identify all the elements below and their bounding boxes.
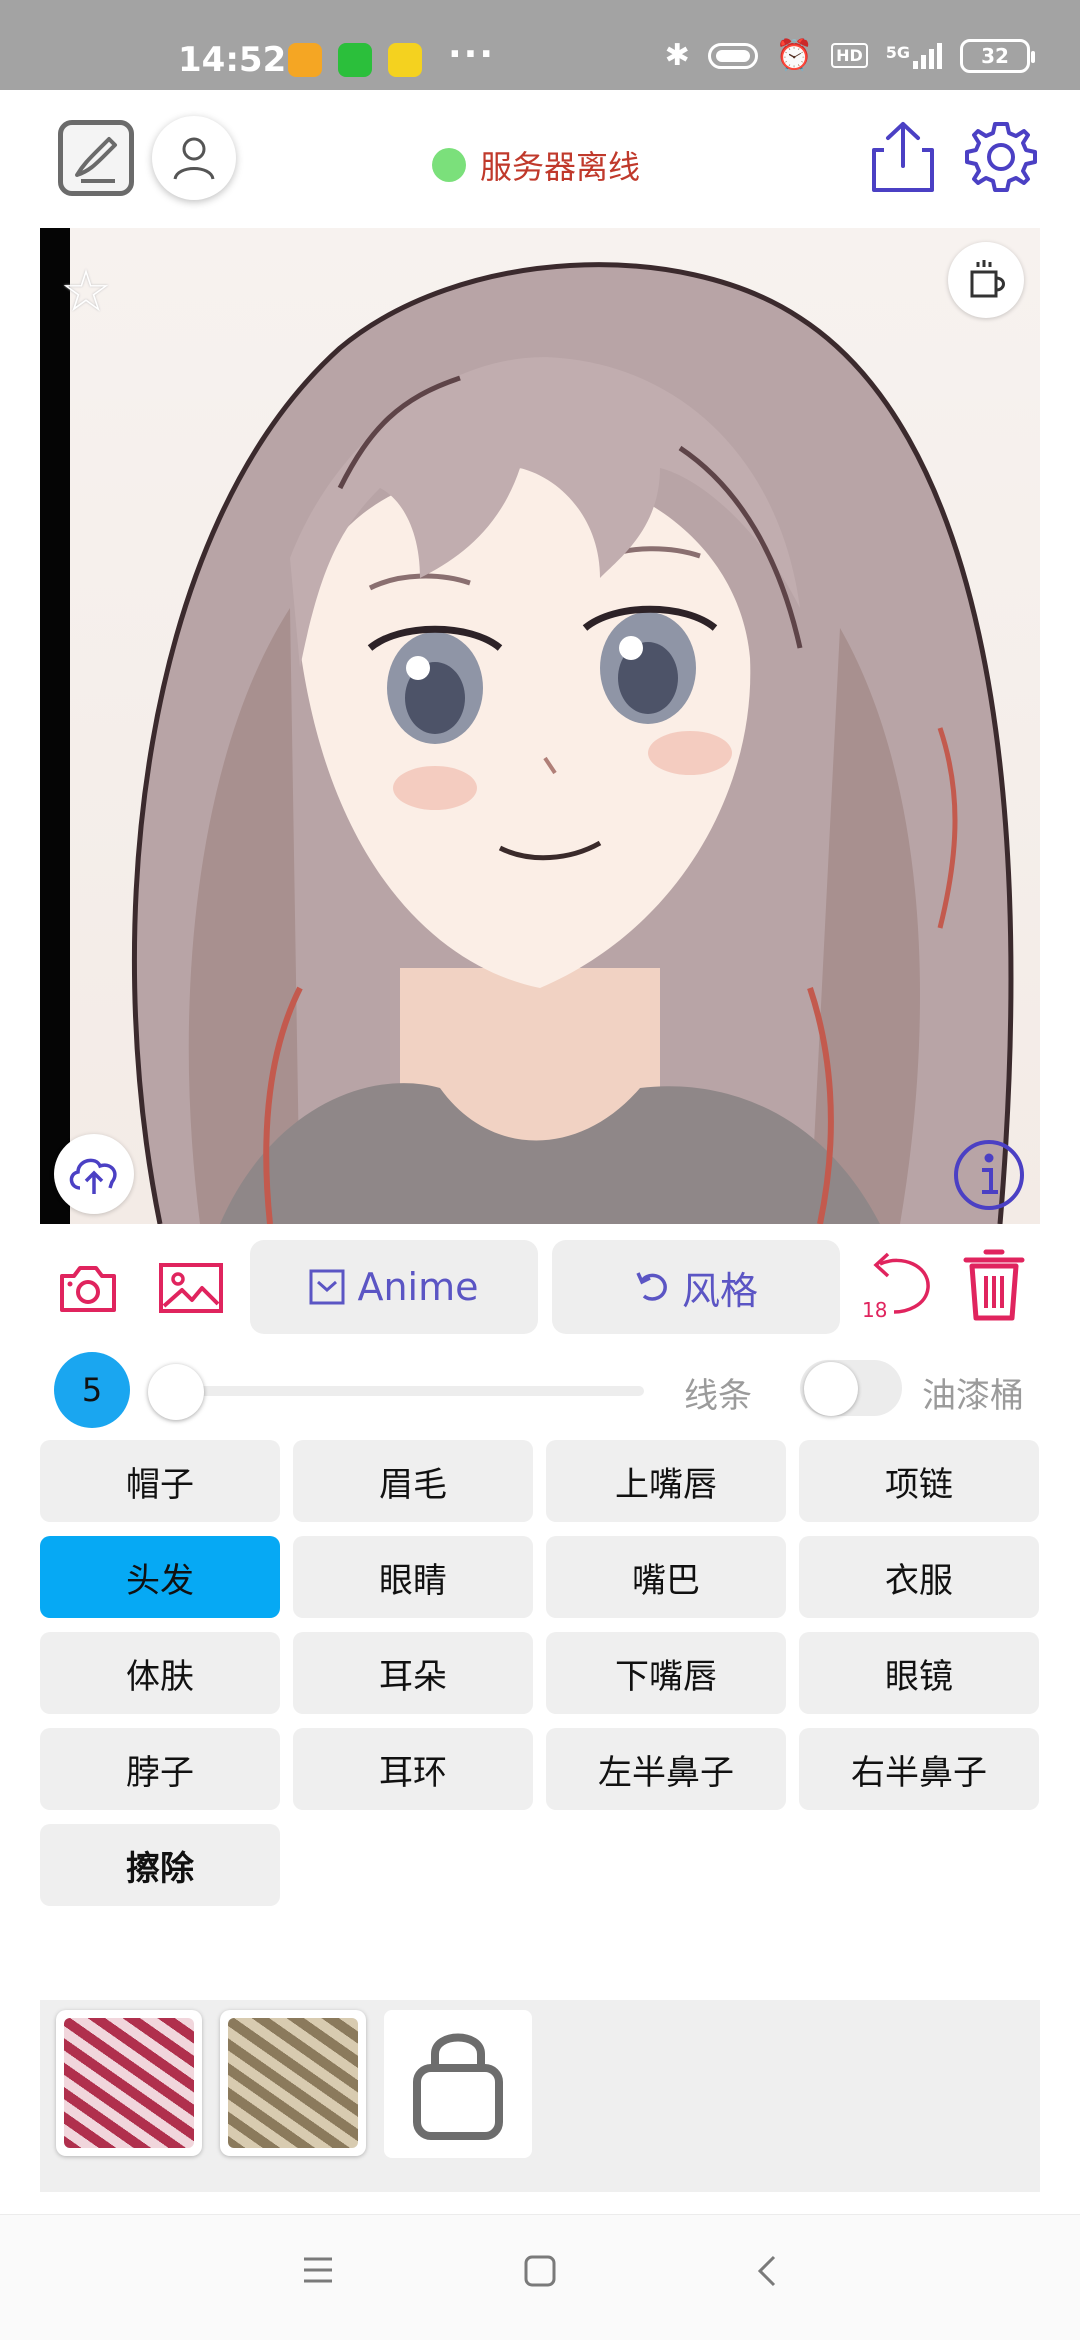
part-button-eyes[interactable]: 眼睛	[293, 1536, 533, 1618]
vibrate-icon	[707, 42, 758, 69]
signal-icon: 5G	[885, 42, 942, 69]
menu-nav-button[interactable]	[300, 2253, 336, 2291]
shopping-bag-icon	[413, 2033, 503, 2140]
part-button-upper-lip[interactable]: 上嘴唇	[546, 1440, 786, 1522]
texture-swatch-crimson[interactable]	[56, 2010, 202, 2156]
part-button-eyebrows[interactable]: 眉毛	[293, 1440, 533, 1522]
status-bar: 14:52 ··· ✱ ⏰ HD 5G 32	[0, 0, 1080, 90]
part-button-right-nose[interactable]: 右半鼻子	[799, 1728, 1039, 1810]
cloud-upload-button[interactable]	[54, 1134, 134, 1214]
texture-swatch-sand[interactable]	[220, 2010, 366, 2156]
status-dot	[432, 148, 466, 182]
segment-part-grid: 帽子 眉毛 上嘴唇 项链 头发 眼睛 嘴巴 衣服 体肤 耳朵 下嘴唇 眼镜 脖子…	[40, 1440, 1040, 1906]
share-icon	[872, 122, 934, 192]
part-button-earrings[interactable]: 耳环	[293, 1728, 533, 1810]
action-row: Anime 风格 18	[0, 1236, 1080, 1336]
slider-thumb[interactable]	[148, 1364, 204, 1420]
line-label: 线条	[684, 1376, 752, 1416]
camera-button[interactable]	[58, 1262, 118, 1318]
gear-icon	[965, 122, 1037, 192]
swatch-preview	[228, 2018, 358, 2148]
gallery-button[interactable]	[158, 1262, 224, 1318]
part-button-necklace[interactable]: 项链	[799, 1440, 1039, 1522]
iqiyi-app-icon	[338, 43, 372, 77]
image-icon	[159, 1263, 223, 1313]
system-navigation-bar	[0, 2214, 1080, 2340]
trash-icon	[963, 1249, 1025, 1321]
status-time: 14:52	[178, 40, 287, 80]
part-button-lower-lip[interactable]: 下嘴唇	[546, 1632, 786, 1714]
delete-button[interactable]	[962, 1248, 1026, 1326]
part-button-glasses[interactable]: 眼镜	[799, 1632, 1039, 1714]
share-button[interactable]	[868, 118, 938, 198]
part-button-hat[interactable]: 帽子	[40, 1440, 280, 1522]
alarm-icon: ⏰	[775, 38, 814, 73]
network-type-label: 5G	[885, 42, 910, 62]
status-indicators: ✱ ⏰ HD 5G 32	[664, 38, 1035, 73]
coffee-cup-icon	[970, 260, 1005, 298]
bluetooth-icon: ✱	[664, 38, 690, 73]
server-status: 服务器离线	[432, 142, 640, 188]
checkbox-icon	[309, 1269, 345, 1305]
brush-size-badge: 5	[54, 1352, 130, 1428]
pencil-icon	[75, 137, 117, 183]
undo-count: 18	[862, 1298, 888, 1322]
part-button-skin[interactable]: 体肤	[40, 1632, 280, 1714]
part-button-left-nose[interactable]: 左半鼻子	[546, 1728, 786, 1810]
user-button[interactable]	[152, 116, 236, 200]
user-icon	[173, 137, 215, 180]
back-nav-button[interactable]	[752, 2253, 782, 2293]
battery-icon: 32	[960, 38, 1035, 73]
notes-app-icon	[288, 43, 322, 77]
paint-bucket-label: 油漆桶	[922, 1376, 1024, 1416]
model-select-button[interactable]: Anime	[250, 1240, 538, 1334]
info-button[interactable]	[952, 1138, 1026, 1216]
texture-palette	[40, 2000, 1040, 2192]
cloud-upload-icon	[69, 1158, 117, 1194]
hd-icon: HD	[831, 43, 868, 68]
settings-button[interactable]	[962, 118, 1040, 200]
swatch-preview	[64, 2018, 194, 2148]
server-status-text: 服务器离线	[480, 148, 641, 186]
part-button-ears[interactable]: 耳朵	[293, 1632, 533, 1714]
back-chevron-icon	[757, 2255, 776, 2287]
anime-portrait	[131, 262, 1014, 1224]
texture-store-button[interactable]	[384, 2010, 532, 2158]
camera-icon	[60, 1266, 116, 1312]
style-label: 风格	[681, 1268, 758, 1313]
toggle-knob	[804, 1362, 858, 1416]
top-toolbar: 服务器离线	[0, 90, 1080, 226]
music-app-icon	[388, 43, 422, 77]
brush-controls: 5 线条 油漆桶	[0, 1350, 1080, 1430]
home-nav-button[interactable]	[522, 2253, 558, 2293]
favorite-star-icon[interactable]: ☆	[60, 262, 112, 320]
part-button-mouth[interactable]: 嘴巴	[546, 1536, 786, 1618]
part-button-erase[interactable]: 擦除	[40, 1824, 280, 1906]
edit-button[interactable]	[58, 120, 134, 196]
model-label: Anime	[357, 1265, 479, 1309]
part-button-hair[interactable]: 头发	[40, 1536, 280, 1618]
refresh-icon	[636, 1272, 667, 1301]
home-square-icon	[524, 2255, 556, 2287]
paint-bucket-toggle[interactable]	[800, 1360, 902, 1416]
info-icon	[954, 1140, 1024, 1210]
part-button-clothes[interactable]: 衣服	[799, 1536, 1039, 1618]
style-button[interactable]: 风格	[552, 1240, 840, 1334]
part-button-neck[interactable]: 脖子	[40, 1728, 280, 1810]
drawing-canvas[interactable]	[40, 228, 1040, 1224]
menu-icon	[304, 2257, 332, 2283]
more-notifications-icon: ···	[448, 34, 496, 75]
brush-size-slider[interactable]	[176, 1386, 644, 1396]
coffee-button[interactable]	[948, 242, 1024, 318]
